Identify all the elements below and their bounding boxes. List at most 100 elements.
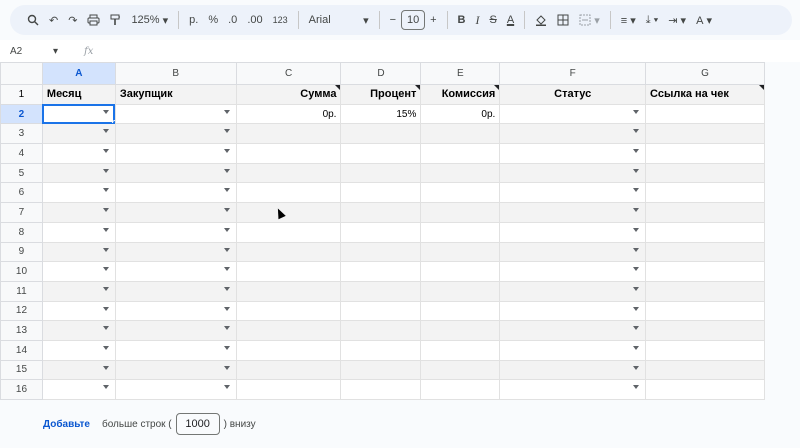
buyer-dropdown-cell[interactable]	[114, 103, 237, 125]
chevron-down-icon[interactable]	[102, 247, 109, 252]
commission-cell[interactable]	[420, 123, 501, 145]
buyer-dropdown-cell[interactable]	[114, 182, 237, 204]
receipt-link-cell[interactable]	[645, 162, 765, 184]
commission-cell[interactable]	[420, 143, 501, 164]
fill-color-icon[interactable]	[530, 8, 552, 32]
print-icon[interactable]	[82, 8, 105, 32]
percent-cell[interactable]	[340, 182, 422, 204]
buyer-dropdown-cell[interactable]	[114, 143, 237, 164]
chevron-down-icon[interactable]	[223, 129, 230, 134]
font-size-decrease-button[interactable]: −	[385, 8, 401, 32]
chevron-down-icon[interactable]	[102, 345, 109, 350]
chevron-down-icon[interactable]	[633, 365, 640, 370]
sum-cell[interactable]	[235, 300, 342, 322]
chevron-down-icon[interactable]	[633, 208, 640, 213]
chevron-down-icon[interactable]	[633, 109, 640, 114]
sum-cell[interactable]	[235, 162, 342, 184]
chevron-down-icon[interactable]	[223, 208, 230, 213]
chevron-down-icon[interactable]	[223, 247, 230, 252]
percent-cell[interactable]	[340, 280, 422, 302]
chevron-down-icon[interactable]	[102, 306, 109, 311]
chevron-down-icon[interactable]	[633, 267, 640, 272]
header-cell-receipt-link[interactable]: Ссылка на чек	[645, 84, 765, 105]
chevron-down-icon[interactable]	[633, 227, 640, 232]
add-rows-button[interactable]: Добавьте	[43, 419, 90, 430]
percent-cell[interactable]	[340, 379, 422, 400]
commission-cell[interactable]	[420, 359, 501, 381]
decrease-decimal-button[interactable]: .0	[223, 8, 242, 32]
commission-cell[interactable]	[420, 261, 501, 282]
month-dropdown-cell[interactable]	[41, 300, 116, 322]
buyer-dropdown-cell[interactable]	[114, 221, 237, 243]
chevron-down-icon[interactable]	[223, 365, 230, 370]
status-dropdown-cell[interactable]	[499, 339, 647, 361]
column-header-e[interactable]: E	[420, 62, 501, 85]
column-header-c[interactable]: C	[235, 62, 342, 85]
row-header[interactable]: 1	[0, 84, 43, 105]
percent-cell[interactable]	[340, 123, 422, 145]
text-color-button[interactable]: A	[502, 8, 519, 32]
header-cell-month[interactable]: Месяц	[41, 84, 116, 105]
sum-cell[interactable]	[235, 182, 342, 204]
month-dropdown-cell[interactable]	[41, 182, 116, 204]
sum-cell[interactable]	[235, 339, 342, 361]
name-box[interactable]: A2 ▾	[0, 46, 64, 57]
month-dropdown-cell[interactable]	[41, 123, 116, 145]
sum-cell[interactable]	[235, 320, 342, 341]
column-header-f[interactable]: F	[499, 62, 647, 85]
chevron-down-icon[interactable]	[223, 326, 230, 331]
buyer-dropdown-cell[interactable]	[114, 339, 237, 361]
sum-cell[interactable]	[235, 359, 342, 381]
align-vertical-icon[interactable]: ⤓ ▾	[641, 8, 664, 32]
font-size-input[interactable]: 10	[401, 10, 426, 30]
status-dropdown-cell[interactable]	[499, 143, 647, 164]
status-dropdown-cell[interactable]	[499, 320, 647, 341]
currency-format-button[interactable]: р.	[184, 8, 203, 32]
merge-cells-icon[interactable]: ▾	[574, 8, 605, 32]
chevron-down-icon[interactable]	[633, 129, 640, 134]
receipt-link-cell[interactable]	[645, 339, 765, 361]
month-dropdown-cell[interactable]	[41, 202, 116, 223]
row-header[interactable]: 9	[0, 241, 43, 263]
increase-decimal-button[interactable]: .00	[242, 8, 267, 32]
chevron-down-icon[interactable]	[102, 365, 109, 370]
sum-cell[interactable]: 0р.	[235, 103, 342, 125]
commission-cell[interactable]	[420, 241, 501, 263]
sum-cell[interactable]	[235, 261, 342, 282]
status-dropdown-cell[interactable]	[499, 221, 647, 243]
row-header[interactable]: 13	[0, 320, 43, 341]
sum-cell[interactable]	[235, 241, 342, 263]
row-header[interactable]: 15	[0, 359, 43, 381]
percent-cell[interactable]	[340, 162, 422, 184]
row-header[interactable]: 6	[0, 182, 43, 204]
row-header[interactable]: 12	[0, 300, 43, 322]
buyer-dropdown-cell[interactable]	[114, 379, 237, 400]
borders-icon[interactable]	[552, 8, 574, 32]
chevron-down-icon[interactable]	[223, 286, 230, 291]
chevron-down-icon[interactable]	[223, 149, 230, 154]
chevron-down-icon[interactable]	[633, 345, 640, 350]
buyer-dropdown-cell[interactable]	[114, 241, 237, 263]
rows-count-input[interactable]: 1000	[175, 413, 220, 435]
chevron-down-icon[interactable]	[223, 227, 230, 232]
month-dropdown-cell[interactable]	[41, 379, 116, 400]
row-header[interactable]: 2	[0, 103, 43, 125]
italic-button[interactable]: I	[470, 8, 484, 32]
chevron-down-icon[interactable]	[633, 149, 640, 154]
row-header[interactable]: 11	[0, 280, 43, 302]
row-header[interactable]: 4	[0, 143, 43, 164]
percent-cell[interactable]	[340, 320, 422, 341]
chevron-down-icon[interactable]	[223, 306, 230, 311]
chevron-down-icon[interactable]	[223, 168, 230, 173]
chevron-down-icon[interactable]	[102, 227, 109, 232]
chevron-down-icon[interactable]	[223, 188, 230, 193]
month-dropdown-cell[interactable]	[41, 359, 116, 381]
chevron-down-icon[interactable]	[633, 385, 640, 390]
sum-cell[interactable]	[235, 221, 342, 243]
chevron-down-icon[interactable]	[223, 345, 230, 350]
row-header[interactable]: 3	[0, 123, 43, 145]
font-select[interactable]: Arial ▾	[304, 8, 374, 32]
commission-cell[interactable]	[420, 162, 501, 184]
row-header[interactable]: 8	[0, 221, 43, 243]
bold-button[interactable]: B	[453, 8, 471, 32]
